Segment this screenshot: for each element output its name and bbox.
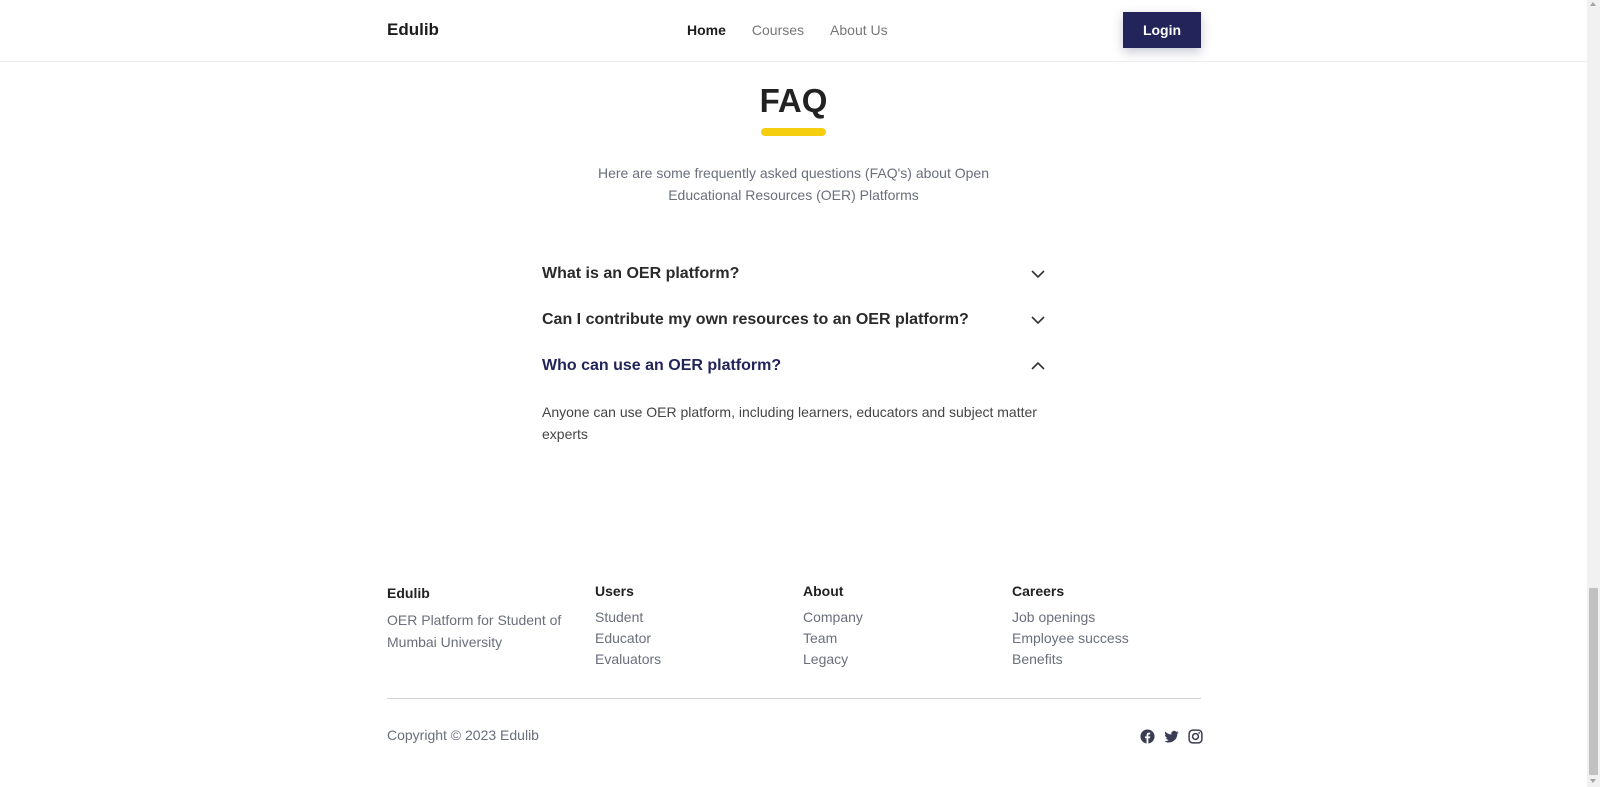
footer-link-educator[interactable]: Educator [595, 628, 661, 649]
scroll-up-arrow-icon[interactable] [1590, 2, 1596, 6]
footer-link-job-openings[interactable]: Job openings [1012, 607, 1129, 628]
scroll-down-arrow-icon[interactable] [1590, 779, 1596, 783]
faq-question: What is an OER platform? [542, 265, 740, 282]
copyright-text: Copyright © 2023 Edulib [387, 727, 539, 743]
brand-logo[interactable]: Edulib [387, 20, 439, 40]
chevron-down-icon[interactable] [1029, 311, 1047, 329]
faq-subtitle: Here are some frequently asked questions… [598, 165, 989, 203]
footer-column-careers: Careers Job openings Employee success Be… [1012, 583, 1129, 670]
faq-title: FAQ [759, 82, 828, 119]
footer-description: OER Platform for Student of Mumbai Unive… [387, 612, 562, 650]
faq-question: Can I contribute my own resources to an … [542, 311, 969, 328]
page: Edulib Home Courses About Us Login FAQ H… [0, 0, 1587, 787]
footer-link-benefits[interactable]: Benefits [1012, 649, 1129, 670]
twitter-icon[interactable] [1164, 729, 1179, 744]
top-navbar: Edulib Home Courses About Us Login [0, 0, 1587, 62]
footer-heading: Careers [1012, 583, 1065, 599]
nav-home[interactable]: Home [687, 22, 726, 38]
footer-heading: About [803, 583, 844, 599]
scrollbar-thumb[interactable] [1589, 588, 1598, 775]
footer-brand-column: Edulib OER Platform for Student of Mumba… [387, 585, 567, 653]
footer-link-student[interactable]: Student [595, 607, 661, 628]
footer-link-company[interactable]: Company [803, 607, 863, 628]
faq-question: Who can use an OER platform? [542, 357, 782, 374]
login-button[interactable]: Login [1123, 12, 1201, 48]
footer-link-evaluators[interactable]: Evaluators [595, 649, 661, 670]
faq-item-who-can-use[interactable]: Who can use an OER platform? [542, 353, 1047, 381]
nav-about-us[interactable]: About Us [830, 22, 888, 38]
faq-title-underline [761, 128, 826, 136]
footer-column-about: About Company Team Legacy [803, 583, 863, 670]
chevron-up-icon[interactable] [1029, 357, 1047, 375]
vertical-scrollbar[interactable] [1587, 0, 1600, 787]
chevron-down-icon[interactable] [1029, 265, 1047, 283]
nav-courses[interactable]: Courses [752, 22, 804, 38]
footer-divider [387, 698, 1201, 699]
facebook-icon[interactable] [1140, 729, 1155, 744]
footer-brand: Edulib [387, 585, 430, 601]
faq-item-what-is-oer[interactable]: What is an OER platform? [542, 261, 1047, 289]
footer-link-employee-success[interactable]: Employee success [1012, 628, 1129, 649]
social-links [1140, 729, 1203, 744]
footer-column-users: Users Student Educator Evaluators [595, 583, 661, 670]
footer-link-legacy[interactable]: Legacy [803, 649, 863, 670]
faq-item-contribute[interactable]: Can I contribute my own resources to an … [542, 307, 1047, 335]
faq-answer: Anyone can use OER platform, including l… [542, 404, 1037, 442]
main-nav: Home Courses About Us [687, 22, 888, 38]
footer-link-team[interactable]: Team [803, 628, 863, 649]
footer-heading: Users [595, 583, 634, 599]
instagram-icon[interactable] [1188, 729, 1203, 744]
